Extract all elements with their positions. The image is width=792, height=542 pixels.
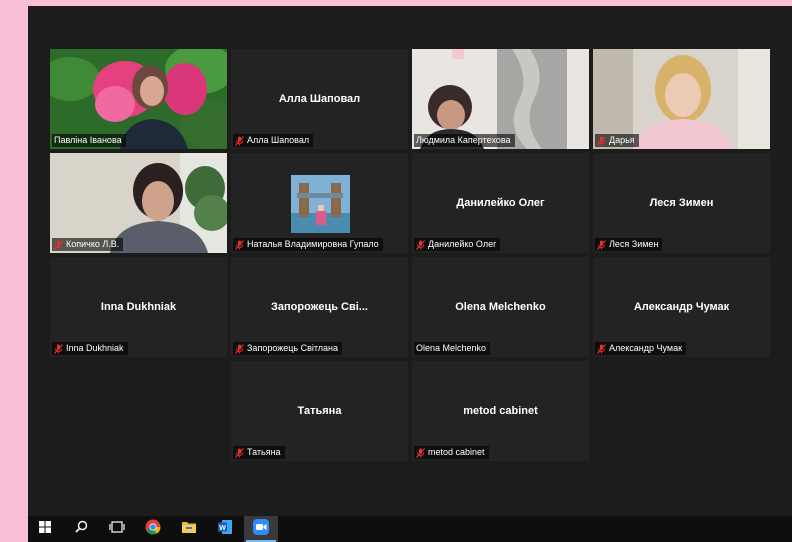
video-tile-alla-shapoval[interactable]: Алла Шаповал Алла Шаповал: [231, 49, 408, 149]
video-tile-tatyana[interactable]: Татьяна Татьяна: [231, 361, 408, 461]
search-button[interactable]: [64, 516, 98, 542]
participant-name-label: Павліна Іванова: [52, 134, 126, 147]
participant-display-name: Данилейко Олег: [456, 197, 545, 209]
participant-name-label: Данилейко Олег: [414, 238, 501, 251]
windows-start-button[interactable]: [28, 516, 62, 542]
word-icon: W: [217, 519, 233, 540]
participant-name-label: Леся Зимен: [595, 238, 663, 251]
file-explorer-icon: [181, 520, 197, 539]
participant-name-label: metod cabinet: [414, 446, 489, 459]
windows-start-icon: [39, 520, 51, 538]
video-tile-lesya-zimen[interactable]: Леся Зимен Леся Зимен: [593, 153, 770, 253]
participant-display-name: Запорожець Сві...: [271, 301, 368, 313]
participant-name-label: Olena Melchenko: [414, 342, 491, 355]
video-tile-metod-cabinet[interactable]: metod cabinet metod cabinet: [412, 361, 589, 461]
participant-display-name: Inna Dukhniak: [100, 301, 177, 313]
mic-muted-icon: [235, 447, 244, 458]
participant-name-label: Татьяна: [233, 446, 285, 459]
zoom-meeting-window: Павліна Іванова Алла Шаповал Алла Шаповал…: [28, 6, 792, 516]
mic-muted-icon: [235, 239, 244, 250]
participant-name-text: Леся Зимен: [609, 239, 659, 249]
search-icon: [74, 520, 88, 538]
windows-taskbar: W: [28, 516, 792, 542]
mic-muted-icon: [597, 239, 606, 250]
word-button[interactable]: W: [208, 516, 242, 542]
video-tile-natalya-gupalo[interactable]: Наталья Владимировна Гупало: [231, 153, 408, 253]
video-tile-kopichko[interactable]: Копичко Л.В.: [50, 153, 227, 253]
participant-display-name: Olena Melchenko: [455, 301, 546, 313]
svg-text:W: W: [219, 524, 226, 531]
participant-display-name: Александр Чумак: [633, 301, 730, 313]
participant-name-label: Запорожець Світлана: [233, 342, 343, 355]
video-tile-zaporozhets-svitlana[interactable]: Запорожець Сві... Запорожець Світлана: [231, 257, 408, 357]
participant-name-label: Наталья Владимировна Гупало: [233, 238, 383, 251]
chrome-icon: [145, 519, 161, 540]
task-view-button[interactable]: [100, 516, 134, 542]
mic-muted-icon: [54, 343, 63, 354]
participant-display-name: Алла Шаповал: [278, 93, 361, 105]
participant-name-text: Копичко Л.В.: [66, 239, 120, 249]
zoom-icon: [253, 518, 269, 540]
participant-name-text: Людмила Капертехова: [416, 135, 511, 145]
participant-name-label: Inna Dukhniak: [52, 342, 128, 355]
participant-name-label: Людмила Капертехова: [414, 134, 515, 147]
participant-name-label: Копичко Л.В.: [52, 238, 124, 251]
mic-muted-icon: [416, 447, 425, 458]
participant-display-name: Леся Зимен: [649, 197, 714, 209]
participant-name-text: Inna Dukhniak: [66, 343, 124, 353]
video-tile-olena-melchenko[interactable]: Olena Melchenko Olena Melchenko: [412, 257, 589, 357]
video-tile-aleksandr-chumak[interactable]: Александр Чумак Александр Чумак: [593, 257, 770, 357]
participant-name-text: Наталья Владимировна Гупало: [247, 239, 379, 249]
video-tile-lyudmila-kapertekhova[interactable]: Людмила Капертехова: [412, 49, 589, 149]
mic-muted-icon: [416, 239, 425, 250]
participant-name-label: Александр Чумак: [595, 342, 687, 355]
mic-muted-icon: [597, 135, 606, 146]
video-tile-inna-dukhniak[interactable]: Inna Dukhniak Inna Dukhniak: [50, 257, 227, 357]
mic-muted-icon: [235, 343, 244, 354]
video-tile-darya[interactable]: Дарья: [593, 49, 770, 149]
participant-name-label: Дарья: [595, 134, 639, 147]
mic-muted-icon: [235, 135, 244, 146]
zoom-button[interactable]: [244, 516, 278, 542]
participant-name-text: Дарья: [609, 135, 635, 145]
participant-name-text: Павліна Іванова: [54, 135, 122, 145]
participant-display-name: metod cabinet: [463, 405, 538, 417]
participant-name-text: Алла Шаповал: [247, 135, 310, 145]
mic-muted-icon: [597, 343, 606, 354]
profile-photo: [291, 175, 350, 233]
participant-name-text: Татьяна: [247, 447, 281, 457]
participant-name-label: Алла Шаповал: [233, 134, 314, 147]
mic-muted-icon: [54, 239, 63, 250]
video-tile-pavlina-ivanova[interactable]: Павліна Іванова: [50, 49, 227, 149]
participant-name-text: Запорожець Світлана: [247, 343, 339, 353]
file-explorer-button[interactable]: [172, 516, 206, 542]
participant-name-text: Александр Чумак: [609, 343, 683, 353]
video-tile-danileyko-oleg[interactable]: Данилейко Олег Данилейко Олег: [412, 153, 589, 253]
participant-display-name: Татьяна: [297, 405, 342, 417]
task-view-icon: [109, 520, 125, 538]
participant-name-text: Данилейко Олег: [428, 239, 497, 249]
chrome-button[interactable]: [136, 516, 170, 542]
participant-name-text: metod cabinet: [428, 447, 485, 457]
participant-name-text: Olena Melchenko: [416, 343, 487, 353]
